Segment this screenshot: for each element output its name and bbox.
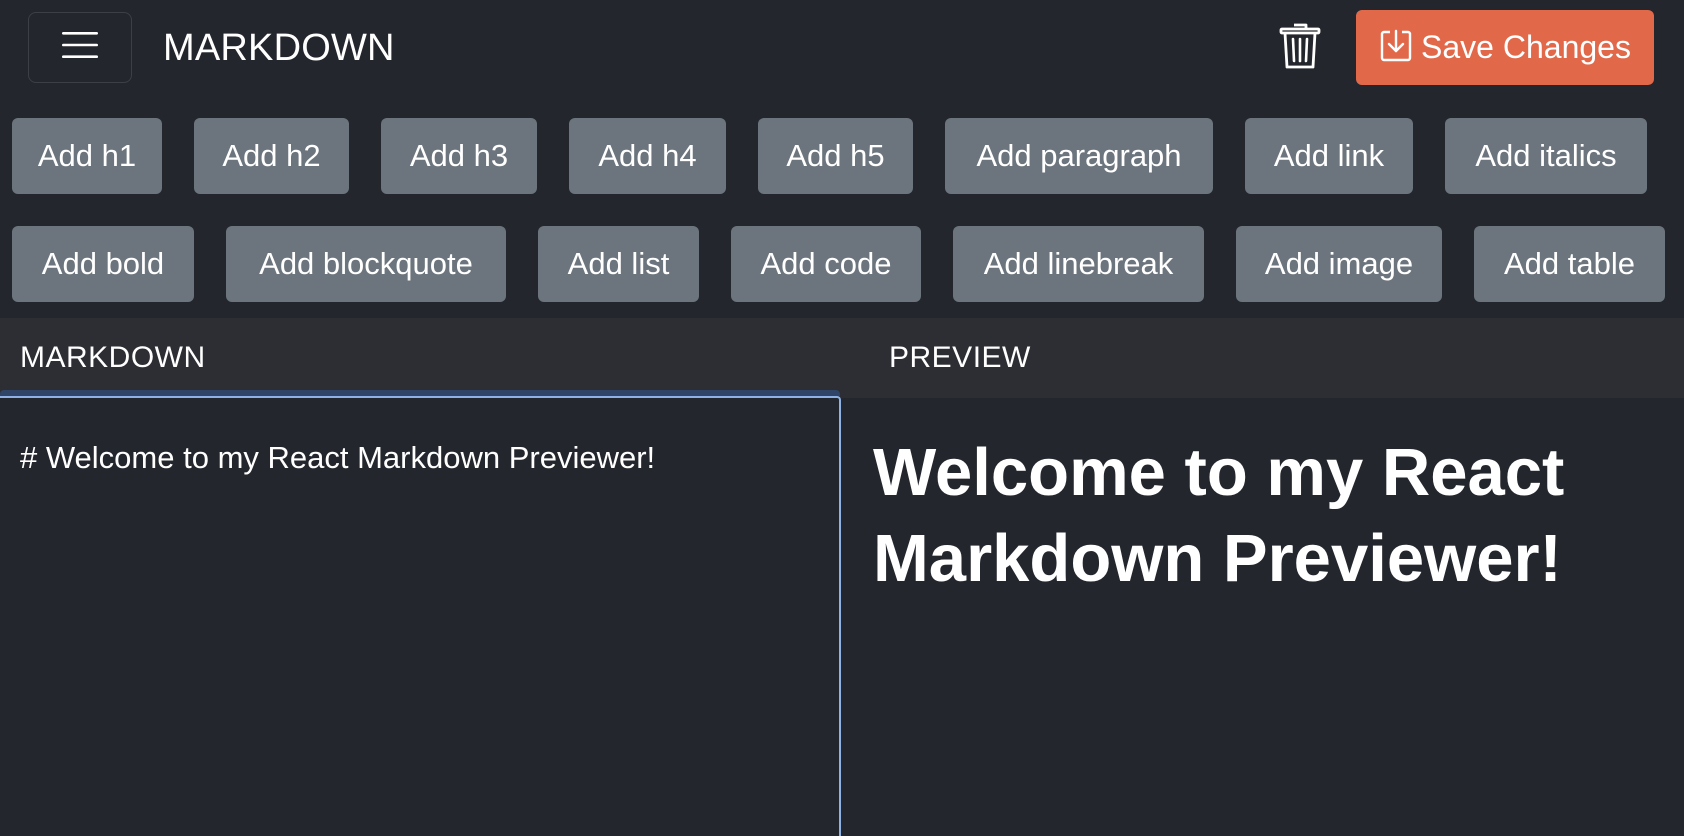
- top-navbar: MARKDOWN Save Changes: [0, 0, 1684, 100]
- add-h4-button[interactable]: Add h4: [569, 118, 726, 194]
- toolbar-row-2: Add bold Add blockquote Add list Add cod…: [0, 226, 1684, 302]
- download-icon: [1379, 27, 1413, 68]
- add-h3-button[interactable]: Add h3: [381, 118, 537, 194]
- add-image-button[interactable]: Add image: [1236, 226, 1442, 302]
- add-code-button[interactable]: Add code: [731, 226, 921, 302]
- toolbar-row-1: Add h1 Add h2 Add h3 Add h4 Add h5 Add p…: [0, 118, 1684, 194]
- add-link-button[interactable]: Add link: [1245, 118, 1413, 194]
- add-paragraph-button[interactable]: Add paragraph: [945, 118, 1213, 194]
- trash-icon: [1278, 21, 1322, 76]
- save-changes-label: Save Changes: [1421, 29, 1631, 65]
- add-italics-button[interactable]: Add italics: [1445, 118, 1647, 194]
- menu-toggle-button[interactable]: [28, 12, 132, 83]
- delete-button[interactable]: [1272, 20, 1328, 76]
- add-linebreak-button[interactable]: Add linebreak: [953, 226, 1204, 302]
- preview-panel-label: PREVIEW: [889, 341, 1031, 374]
- add-h2-button[interactable]: Add h2: [194, 118, 349, 194]
- add-blockquote-button[interactable]: Add blockquote: [226, 226, 506, 302]
- add-h5-button[interactable]: Add h5: [758, 118, 913, 194]
- add-table-button[interactable]: Add table: [1474, 226, 1665, 302]
- hamburger-menu-icon: [60, 29, 100, 66]
- add-h1-button[interactable]: Add h1: [12, 118, 162, 194]
- add-bold-button[interactable]: Add bold: [12, 226, 194, 302]
- markdown-editor-textarea[interactable]: # Welcome to my React Markdown Previewer…: [0, 396, 841, 836]
- panel-header-bar: MARKDOWN PREVIEW: [0, 318, 1684, 398]
- add-list-button[interactable]: Add list: [538, 226, 699, 302]
- markdown-panel-label: MARKDOWN: [20, 341, 206, 374]
- app-title: MARKDOWN: [163, 27, 395, 69]
- preview-pane: Welcome to my React Markdown Previewer!: [843, 398, 1684, 836]
- save-changes-button[interactable]: Save Changes: [1356, 10, 1654, 85]
- preview-heading: Welcome to my React Markdown Previewer!: [873, 435, 1565, 596]
